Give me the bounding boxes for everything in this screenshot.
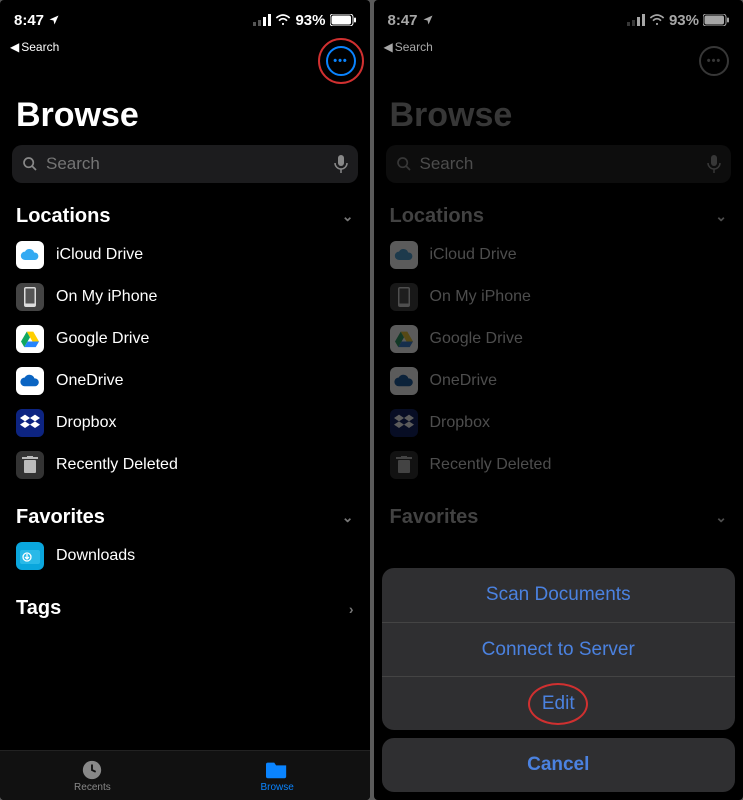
- action-sheet: Scan Documents Connect to Server Edit Ca…: [382, 568, 736, 792]
- phone-left: 8:47 93% ◀ Search ••• Browse: [0, 0, 370, 800]
- iphone-icon: [16, 283, 44, 311]
- row-label: On My iPhone: [56, 288, 157, 306]
- search-bar[interactable]: [12, 145, 358, 183]
- more-button[interactable]: •••: [326, 46, 356, 76]
- locations-list: iCloud Drive On My iPhone Google Drive O…: [0, 234, 370, 498]
- sheet-edit[interactable]: Edit: [382, 676, 736, 730]
- search-icon: [22, 156, 38, 172]
- row-label: iCloud Drive: [56, 246, 143, 264]
- tab-label: Browse: [260, 782, 293, 793]
- search-input[interactable]: [46, 154, 326, 174]
- trash-icon: [16, 451, 44, 479]
- sheet-scan-documents[interactable]: Scan Documents: [382, 568, 736, 622]
- phone-right: 8:47 93% ◀ Search ••• Browse Locations ⌄…: [374, 0, 743, 800]
- downloads-folder-icon: [16, 542, 44, 570]
- chevron-down-icon: ⌄: [342, 509, 354, 526]
- chevron-right-icon: ›: [349, 601, 354, 617]
- locations-title: Locations: [16, 205, 110, 228]
- sheet-label: Scan Documents: [486, 584, 631, 606]
- sheet-cancel[interactable]: Cancel: [382, 738, 736, 792]
- folder-icon: [266, 759, 288, 781]
- onedrive-icon: [16, 367, 44, 395]
- tab-recents[interactable]: Recents: [0, 751, 185, 800]
- dropbox-icon: [16, 409, 44, 437]
- battery-icon: [330, 14, 356, 26]
- row-label: Google Drive: [56, 330, 149, 348]
- row-downloads[interactable]: Downloads: [0, 535, 370, 577]
- icloud-icon: [16, 241, 44, 269]
- back-chevron-icon: ◀: [10, 40, 19, 54]
- row-label: Downloads: [56, 547, 135, 565]
- favorites-list: Downloads: [0, 535, 370, 589]
- favorites-title: Favorites: [16, 506, 105, 529]
- wifi-icon: [275, 14, 291, 26]
- status-time: 8:47: [14, 12, 44, 29]
- status-bar: 8:47 93%: [0, 0, 370, 40]
- signal-icon: [253, 14, 271, 26]
- row-onedrive[interactable]: OneDrive: [0, 360, 370, 402]
- row-label: Dropbox: [56, 414, 116, 432]
- row-label: Recently Deleted: [56, 456, 178, 474]
- row-label: OneDrive: [56, 372, 124, 390]
- tab-bar: Recents Browse: [0, 750, 370, 800]
- row-recently-deleted[interactable]: Recently Deleted: [0, 444, 370, 486]
- chevron-down-icon: ⌄: [342, 208, 354, 225]
- back-label: Search: [21, 40, 59, 54]
- ellipsis-icon: •••: [333, 55, 348, 67]
- sheet-actions-group: Scan Documents Connect to Server Edit: [382, 568, 736, 730]
- sheet-label: Edit: [542, 693, 575, 715]
- battery-text: 93%: [295, 12, 325, 29]
- tab-label: Recents: [74, 782, 111, 793]
- mic-icon[interactable]: [334, 155, 348, 173]
- page-title: Browse: [0, 62, 370, 145]
- sheet-label: Cancel: [527, 754, 589, 776]
- row-google-drive[interactable]: Google Drive: [0, 318, 370, 360]
- row-on-my-iphone[interactable]: On My iPhone: [0, 276, 370, 318]
- row-dropbox[interactable]: Dropbox: [0, 402, 370, 444]
- google-drive-icon: [16, 325, 44, 353]
- tags-header[interactable]: Tags ›: [0, 589, 370, 626]
- clock-icon: [81, 759, 103, 781]
- sheet-label: Connect to Server: [482, 639, 635, 661]
- back-to-search[interactable]: ◀ Search: [0, 40, 370, 62]
- row-icloud-drive[interactable]: iCloud Drive: [0, 234, 370, 276]
- tags-title: Tags: [16, 597, 61, 620]
- tab-browse[interactable]: Browse: [185, 751, 370, 800]
- favorites-header[interactable]: Favorites ⌄: [0, 498, 370, 535]
- location-icon: [48, 14, 60, 26]
- sheet-connect-to-server[interactable]: Connect to Server: [382, 622, 736, 676]
- locations-header[interactable]: Locations ⌄: [0, 197, 370, 234]
